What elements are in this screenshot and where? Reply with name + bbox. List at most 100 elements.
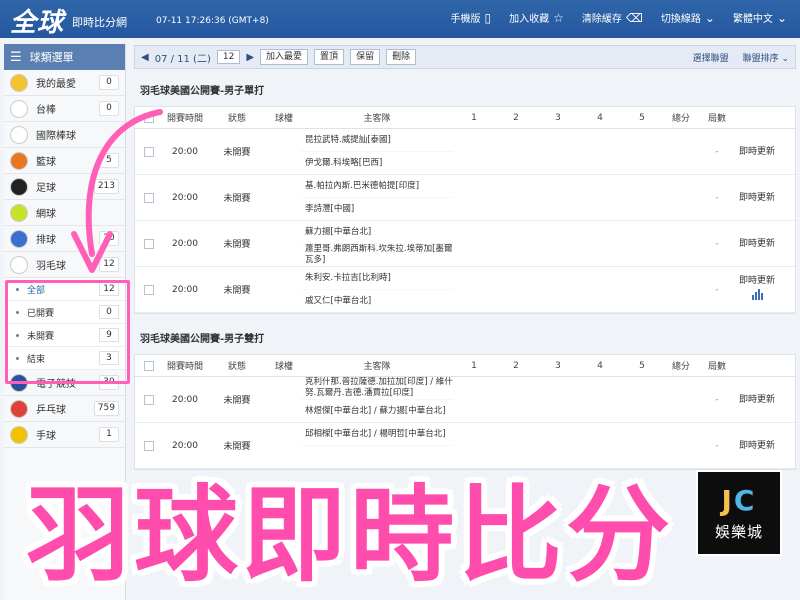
star-icon: ☆ (553, 10, 564, 25)
day-select[interactable]: 12 (216, 50, 241, 64)
pink-arrow-graphic (71, 109, 163, 273)
sidebar-item[interactable]: 手球 1 (4, 422, 125, 448)
current-datetime: 07-11 17:26:36 (GMT+8) (156, 16, 269, 26)
column-header: 4 (597, 360, 603, 371)
banner-text: 羽球即時比分 (25, 473, 674, 596)
match-teams: 基.帕拉內斯.巴米德帕提[印度] 李詩灃[中國] (301, 175, 453, 220)
match-status: 未開賽 (223, 194, 251, 204)
column-header: 局數 (707, 114, 726, 124)
match-teams: 克利什那.普拉薩德.加拉加[印度] / 維什努.瓦爾丹.吉德.潘賈拉[印度] 林煜… (301, 377, 453, 422)
sidebar-item[interactable]: 乒乓球 759 (4, 396, 125, 422)
nav-mobile[interactable]: 手機版 ▯ (442, 10, 501, 26)
match-row[interactable]: 20:00 未開賽 基.帕拉內斯.巴米德帕提[印度] 李詩灃[中國] - 即時更新 (135, 175, 795, 221)
games-count: - (715, 192, 719, 203)
top-header: 全球 即時比分網 07-11 17:26:36 (GMT+8) 手機版 ▯ 加入收… (0, 0, 800, 38)
sidebar-item-count: 759 (93, 401, 119, 416)
live-update-link[interactable]: 即時更新 (735, 238, 779, 250)
top-nav: 手機版 ▯ 加入收藏 ☆ 清除緩存 ⌫ 切換線路 ⌄ 繁體中文 ⌄ (442, 10, 796, 26)
column-header: 球權 (274, 362, 293, 372)
add-favorite-button[interactable]: 加入最愛 (260, 49, 309, 65)
column-header: 2 (513, 112, 519, 123)
away-team[interactable]: 蕭里哥.弗朗西斯科.坎朱拉.埃蒂加[墨爾瓦多] (301, 244, 453, 266)
sidebar-item[interactable]: 我的最愛 0 (4, 70, 125, 96)
nav-clear-cache[interactable]: 清除緩存 ⌫ (573, 10, 652, 26)
select-league-button[interactable]: 選擇聯盟 (693, 51, 729, 64)
games-count: - (715, 238, 719, 249)
match-row[interactable]: 20:00 未開賽 朱利安.卡拉吉[比利時] 戚又仁[中華台北] - 即時更新 (135, 267, 795, 313)
games-count: - (715, 394, 719, 405)
column-header: 總分 (671, 114, 690, 124)
basketball-icon (10, 151, 28, 170)
games-count: - (715, 284, 719, 295)
match-row[interactable]: 20:00 未開賽 昆拉武特.威提訕[泰國] 伊戈爾.科埃略[巴西] - 即時更新 (135, 129, 795, 175)
table-header: 開賽時間 狀態 球權 主客隊 1 2 3 4 5 總分 局數 (135, 107, 795, 129)
column-header: 4 (597, 112, 603, 123)
away-team[interactable]: 戚又仁[中華台北] (301, 290, 453, 312)
match-table: 開賽時間 狀態 球權 主客隊 1 2 3 4 5 總分 局數 20:00 未開賽 昆拉武特.威提訕[泰國]… (134, 106, 796, 314)
prev-day-button[interactable]: ◀ (141, 52, 149, 63)
select-all-checkbox[interactable] (144, 360, 154, 371)
chevron-down-icon: ⌄ (776, 10, 787, 25)
sidebar-item-count: 0 (99, 75, 119, 90)
column-header: 2 (513, 360, 519, 371)
live-update-link[interactable]: 即時更新 (735, 146, 779, 158)
match-time: 20:00 (172, 394, 198, 405)
live-update-link[interactable]: 即時更新 (735, 394, 779, 406)
column-header: 總分 (671, 362, 690, 372)
games-count: - (715, 440, 719, 451)
home-team[interactable]: 克利什那.普拉薩德.加拉加[印度] / 維什努.瓦爾丹.吉德.潘賈拉[印度] (301, 377, 453, 400)
nav-favorite[interactable]: 加入收藏 ☆ (500, 10, 573, 26)
next-day-button[interactable]: ▶ (246, 52, 254, 63)
sidebar-item-count: 1 (99, 427, 119, 442)
away-team[interactable]: 李詩灃[中國] (301, 198, 453, 220)
column-header: 球權 (274, 114, 293, 124)
games-count: - (715, 146, 719, 157)
home-team[interactable]: 蘇力揚[中華台北] (301, 221, 453, 244)
match-row[interactable]: 20:00 未開賽 克利什那.普拉薩德.加拉加[印度] / 維什努.瓦爾丹.吉德.潘… (135, 377, 795, 423)
match-teams: 蘇力揚[中華台北] 蕭里哥.弗朗西斯科.坎朱拉.埃蒂加[墨爾瓦多] (301, 221, 453, 266)
chevron-down-icon: ⌄ (704, 10, 715, 25)
nav-switch-line[interactable]: 切換線路 ⌄ (652, 10, 724, 26)
date-label[interactable]: 07 / 11 (二) (155, 50, 211, 65)
column-header: 狀態 (227, 362, 246, 372)
column-header: 5 (639, 360, 645, 371)
nav-language[interactable]: 繁體中文 ⌄ (724, 10, 796, 26)
match-row[interactable]: 20:00 未開賽 蘇力揚[中華台北] 蕭里哥.弗朗西斯科.坎朱拉.埃蒂加[墨爾瓦多]… (135, 221, 795, 267)
away-team[interactable]: 林煜傑[中華台北] / 蘇力揚[中華台北] (301, 400, 453, 422)
live-update-link[interactable]: 即時更新 (735, 440, 779, 452)
site-subtitle: 即時比分網 (72, 16, 127, 29)
brand-badge: JC 娛樂城 (696, 470, 782, 556)
home-team[interactable]: 邱相榤[中華台北] / 楊明哲[中華台北] (301, 423, 453, 446)
sidebar-item-label: 乒乓球 (36, 405, 66, 416)
match-checkbox[interactable] (144, 394, 154, 405)
sidebar-header: ☰ 球類選單 (4, 44, 125, 70)
delete-button[interactable]: 刪除 (386, 49, 417, 65)
column-header: 1 (471, 360, 477, 371)
away-team[interactable]: 伊戈爾.科埃略[巴西] (301, 152, 453, 174)
menu-icon[interactable]: ☰ (10, 50, 22, 65)
star-icon (10, 73, 28, 92)
home-team[interactable]: 基.帕拉內斯.巴米德帕提[印度] (301, 175, 453, 198)
pin-top-button[interactable]: 置頂 (314, 49, 345, 65)
column-header: 1 (471, 112, 477, 123)
site-logo[interactable]: 全球 (10, 2, 64, 39)
sidebar-item-label: 手球 (36, 431, 56, 442)
keep-button[interactable]: 保留 (350, 49, 381, 65)
volleyball-icon (10, 229, 28, 248)
column-header: 5 (639, 112, 645, 123)
home-team[interactable]: 昆拉武特.威提訕[泰國] (301, 129, 453, 152)
league-sort-button[interactable]: 聯盟排序 ⌄ (743, 51, 789, 64)
tennis-icon (10, 203, 28, 222)
stats-chart-icon[interactable] (751, 289, 763, 300)
section-title: 羽毛球美國公開賽-男子雙打 (140, 334, 265, 345)
brand-logo: JC (721, 484, 757, 517)
live-update-link[interactable]: 即時更新 (735, 275, 779, 304)
baseball-icon (10, 125, 28, 144)
baseball-icon (10, 99, 28, 118)
mobile-icon: ▯ (484, 10, 492, 25)
home-team[interactable]: 朱利安.卡拉吉[比利時] (301, 267, 453, 290)
brand-name: 娛樂城 (714, 523, 763, 541)
match-status: 未開賽 (223, 148, 251, 158)
highlight-frame (5, 280, 130, 384)
live-update-link[interactable]: 即時更新 (735, 192, 779, 204)
